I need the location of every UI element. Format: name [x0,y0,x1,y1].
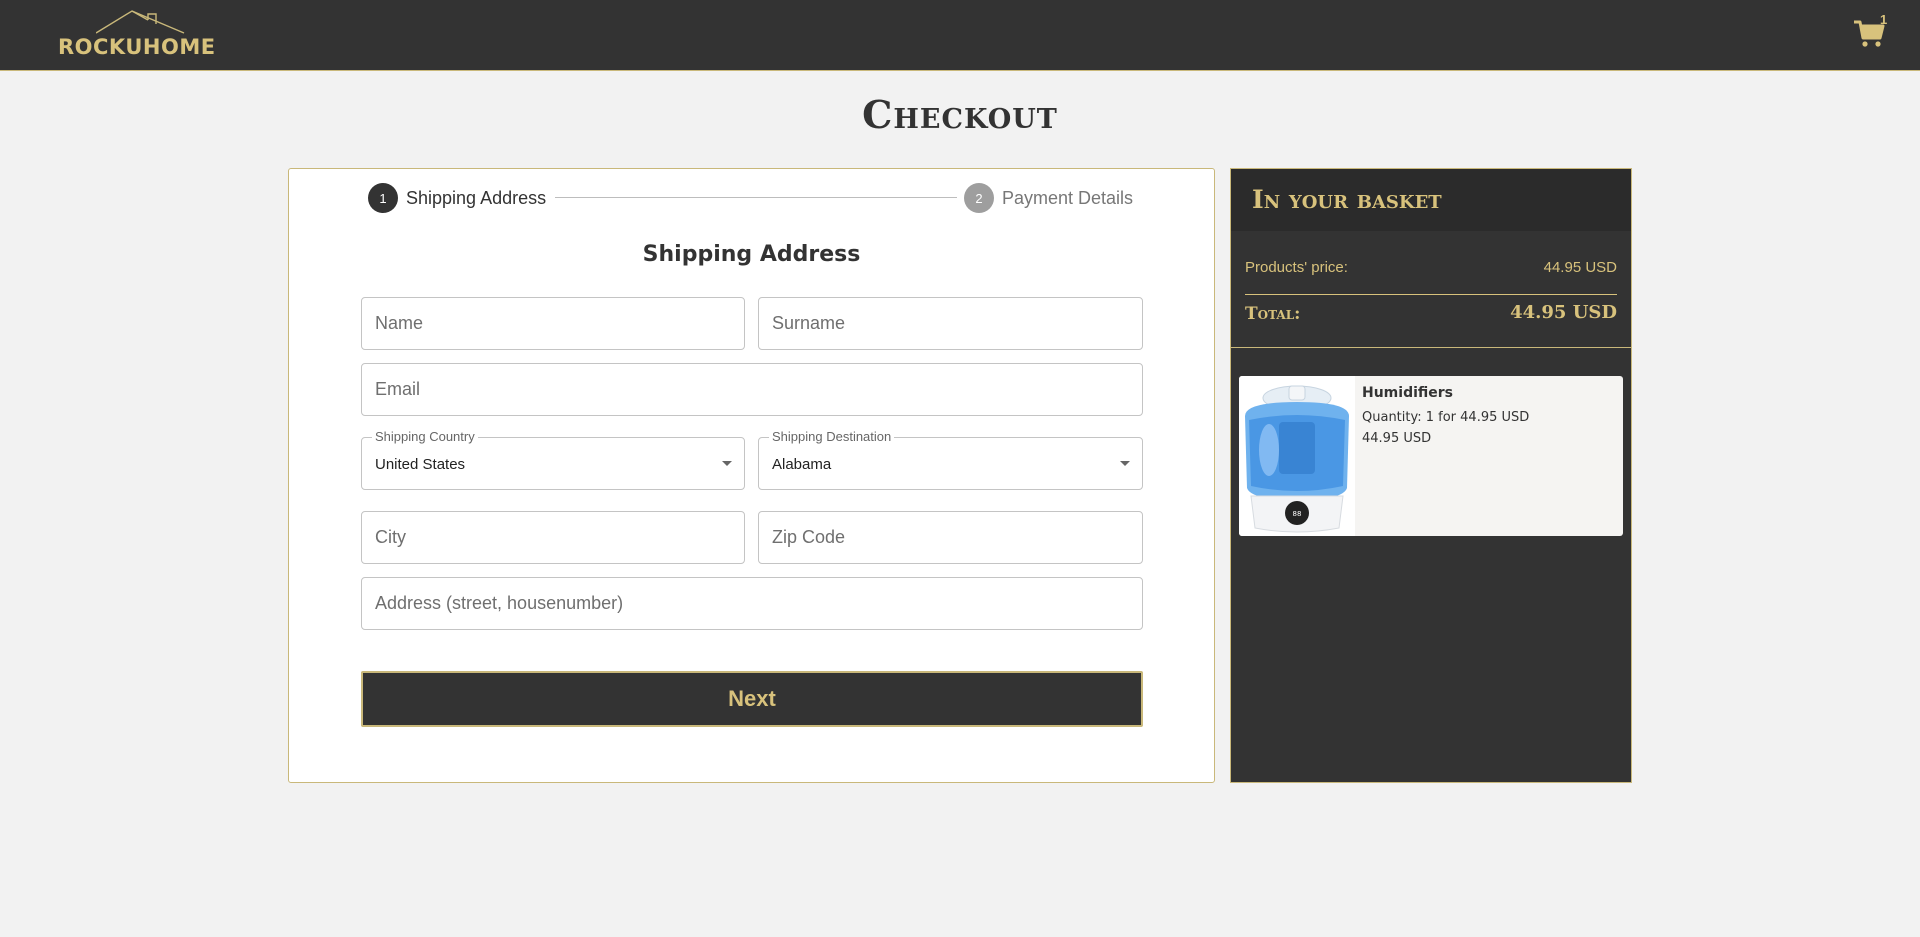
basket-header: In your basket [1231,169,1631,231]
step-label: Shipping Address [406,187,547,208]
top-navigation-bar: ROCKUHOME 1 [0,0,1920,71]
total-value: 44.95 USD [1510,302,1617,323]
step-number: 2 [964,183,994,213]
surname-field [758,297,1143,350]
divider [1245,294,1617,295]
total-row: Total: 44.95 USD [1245,302,1617,324]
item-price: 44.95 USD [1362,431,1432,446]
name-field [361,297,745,350]
svg-text:88: 88 [1293,510,1302,518]
logo-text: ROCKUHOME [58,35,216,59]
basket-item[interactable]: 88 Humidifiers Quantity: 1 for 44.95 USD… [1239,376,1623,536]
shipping-country-select[interactable]: Shipping Country United States [361,429,745,490]
email-field [361,363,1143,416]
address-field [361,577,1143,630]
form-title: Shipping Address [642,242,861,267]
cart-count-badge: 1 [1880,12,1888,27]
surname-input[interactable] [759,298,1142,349]
basket-title: In your basket [1252,185,1442,214]
next-button[interactable]: Next [361,671,1143,727]
products-price-value: 44.95 USD [1543,259,1617,276]
page-title: Checkout [862,92,1058,137]
shipping-country-value: United States [375,456,466,473]
step-shipping-address: 1 Shipping Address [368,183,546,213]
cart-button[interactable]: 1 [1852,12,1892,52]
city-field [361,511,745,564]
basket-panel: In your basket Products' price: 44.95 US… [1230,168,1632,783]
logo[interactable]: ROCKUHOME [58,8,218,60]
address-input[interactable] [362,578,1142,629]
products-price-label: Products' price: [1245,259,1348,276]
step-payment-details: 2 Payment Details [964,183,1133,213]
zip-code-input[interactable] [759,512,1142,563]
divider [1231,347,1631,348]
dropdown-caret-icon [722,461,732,466]
humidifier-product-image: 88 [1239,376,1355,536]
shipping-destination-select[interactable]: Shipping Destination Alabama [758,429,1143,490]
total-label: Total: [1245,304,1301,324]
name-input[interactable] [362,298,744,349]
step-number: 1 [368,183,398,213]
dropdown-caret-icon [1120,461,1130,466]
city-input[interactable] [362,512,744,563]
zip-code-field [758,511,1143,564]
shipping-destination-label: Shipping Destination [769,429,895,444]
products-price-row: Products' price: 44.95 USD [1245,259,1617,276]
email-input[interactable] [362,364,1142,415]
house-roof-icon [96,10,185,34]
stepper-connector [555,197,957,198]
shipping-destination-value: Alabama [772,456,832,473]
step-label: Payment Details [1002,187,1134,208]
item-name: Humidifiers [1362,385,1453,401]
item-quantity: Quantity: 1 for 44.95 USD [1362,410,1530,425]
shipping-country-label: Shipping Country [372,429,478,444]
